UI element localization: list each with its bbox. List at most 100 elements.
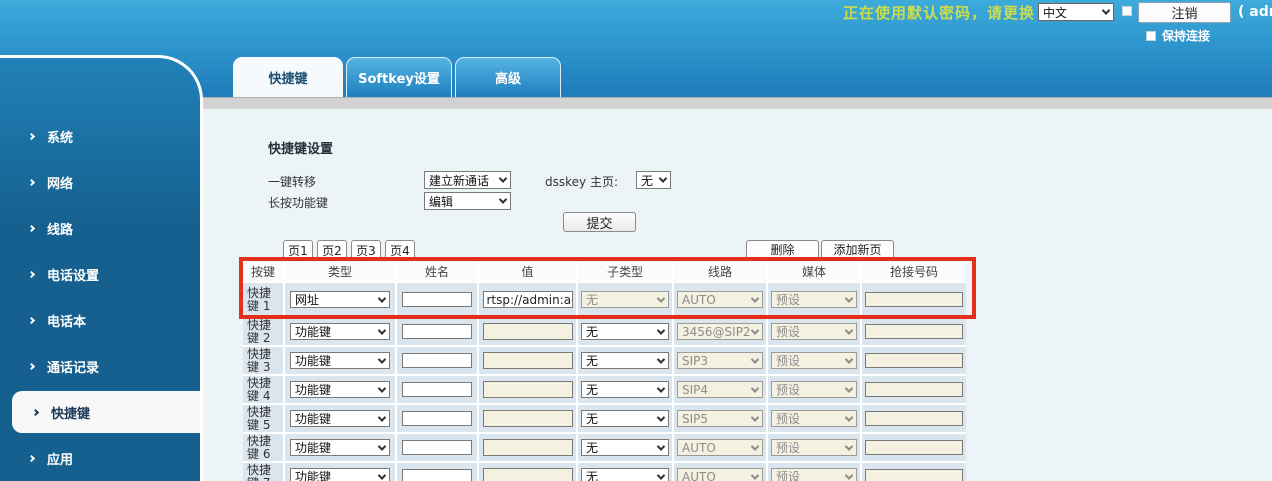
page-tab-页2[interactable]: 页2 — [317, 240, 347, 260]
subtype-select[interactable]: 无 — [581, 291, 669, 308]
key-label: 快捷 键 7 — [247, 462, 272, 481]
key-label: 快捷 键 3 — [247, 346, 272, 374]
subtype-select[interactable]: 无 — [581, 352, 669, 369]
page-tab-页1[interactable]: 页1 — [283, 240, 313, 260]
type-select[interactable]: 功能键 — [290, 381, 390, 398]
sidebar-item-线路[interactable]: 线路 — [0, 205, 200, 251]
value-input[interactable] — [482, 410, 573, 427]
chevron-down-icon — [656, 354, 666, 364]
sidebar-item-快捷键[interactable]: 快捷键 — [12, 391, 200, 433]
line-select[interactable]: AUTO — [677, 439, 763, 456]
value-input[interactable] — [482, 323, 573, 340]
name-input[interactable] — [402, 411, 472, 426]
chevron-down-icon — [498, 174, 508, 183]
name-input[interactable] — [402, 469, 472, 481]
chevron-down-icon — [750, 325, 760, 335]
type-select[interactable]: 功能键 — [290, 410, 390, 427]
chevron-down-icon — [377, 354, 387, 364]
pickup-input[interactable] — [865, 411, 963, 426]
table-row: 快捷 键 2 功能键 无 3456@SIP2 预设 — [243, 318, 966, 345]
phone-admin-page: 正在使用默认密码，请更换 中文 注销 ( adm 保持连接 快捷键Softkey… — [0, 0, 1272, 481]
name-input[interactable] — [402, 382, 472, 397]
media-select[interactable]: 预设 — [771, 468, 857, 481]
pickup-input[interactable] — [865, 353, 963, 368]
sidebar-item-通话记录[interactable]: 通话记录 — [0, 343, 200, 389]
logout-button[interactable]: 注销 — [1138, 2, 1231, 23]
sidebar-item-应用[interactable]: 应用 — [0, 435, 200, 481]
chevron-down-icon — [750, 412, 760, 422]
tab-高级[interactable]: 高级 — [455, 57, 561, 97]
dsskey-home-select[interactable]: 无 — [636, 171, 671, 189]
add-page-button[interactable]: 添加新页 — [821, 240, 894, 259]
sidebar-item-网络[interactable]: 网络 — [0, 159, 200, 205]
type-select[interactable]: 功能键 — [290, 468, 390, 481]
subtype-select[interactable]: 无 — [581, 468, 669, 481]
sidebar-item-电话本[interactable]: 电话本 — [0, 297, 200, 343]
media-select[interactable]: 预设 — [771, 439, 857, 456]
subtype-select[interactable]: 无 — [581, 410, 669, 427]
value-input[interactable] — [482, 439, 573, 456]
media-select[interactable]: 预设 — [771, 410, 857, 427]
value-input[interactable]: rtsp://admin:admin — [482, 291, 573, 308]
tab-快捷键[interactable]: 快捷键 — [233, 57, 343, 97]
language-select-value: 中文 — [1043, 5, 1068, 20]
value-input[interactable] — [482, 352, 573, 369]
line-select[interactable]: SIP5 — [677, 410, 763, 427]
table-row: 快捷 键 7 功能键 无 AUTO 预设 — [243, 463, 966, 481]
column-header: 姓名 — [397, 262, 477, 281]
column-header: 抢接号码 — [862, 262, 966, 281]
pickup-input[interactable] — [865, 382, 963, 397]
longpress-select[interactable]: 编辑 — [424, 192, 511, 210]
media-select[interactable]: 预设 — [771, 323, 857, 340]
line-select[interactable]: 3456@SIP2 — [677, 323, 763, 340]
name-input[interactable] — [402, 440, 472, 455]
sidebar-item-电话设置[interactable]: 电话设置 — [0, 251, 200, 297]
value-input[interactable] — [482, 468, 573, 481]
chevron-right-icon — [27, 454, 36, 462]
sidebar-item-系统[interactable]: 系统 — [0, 113, 200, 159]
subtype-select[interactable]: 无 — [581, 323, 669, 340]
name-input[interactable] — [402, 292, 472, 307]
key-label: 快捷 键 5 — [247, 404, 272, 432]
type-select[interactable]: 网址 — [290, 291, 390, 308]
chevron-right-icon — [27, 270, 36, 278]
chevron-right-icon — [27, 362, 36, 370]
pickup-input[interactable] — [865, 292, 963, 307]
sidebar-nav: 系统 网络 线路 电话设置 电话本 通话记录 快捷键 应用 — [0, 55, 203, 481]
type-select[interactable]: 功能键 — [290, 352, 390, 369]
transfer-label: 一键转移 — [268, 175, 317, 189]
name-input[interactable] — [402, 324, 472, 339]
content-tabs: 快捷键 Softkey设置 高级 — [233, 57, 561, 97]
media-select[interactable]: 预设 — [771, 352, 857, 369]
chevron-down-icon — [750, 383, 760, 393]
keep-alive-checkbox[interactable] — [1146, 30, 1156, 41]
line-select[interactable]: AUTO — [677, 468, 763, 481]
type-select[interactable]: 功能键 — [290, 439, 390, 456]
line-select[interactable]: SIP4 — [677, 381, 763, 398]
chevron-right-icon — [27, 178, 36, 186]
transfer-select[interactable]: 建立新通话 — [424, 171, 511, 189]
pickup-input[interactable] — [865, 469, 963, 481]
value-input[interactable] — [482, 381, 573, 398]
type-select[interactable]: 功能键 — [290, 323, 390, 340]
tab-Softkey设置[interactable]: Softkey设置 — [346, 57, 452, 97]
line-select[interactable]: SIP3 — [677, 352, 763, 369]
language-select[interactable]: 中文 — [1038, 3, 1114, 21]
pickup-input[interactable] — [865, 440, 963, 455]
chevron-right-icon — [27, 132, 36, 140]
media-select[interactable]: 预设 — [771, 291, 857, 308]
delete-button[interactable]: 删除 — [746, 240, 819, 259]
subtype-select[interactable]: 无 — [581, 439, 669, 456]
name-input[interactable] — [402, 353, 472, 368]
header-checkbox[interactable] — [1122, 6, 1132, 16]
subtype-select[interactable]: 无 — [581, 381, 669, 398]
chevron-down-icon — [844, 412, 854, 422]
chevron-down-icon — [656, 383, 666, 393]
media-select[interactable]: 预设 — [771, 381, 857, 398]
line-select[interactable]: AUTO — [677, 291, 763, 308]
page-tab-页3[interactable]: 页3 — [351, 240, 381, 260]
pickup-input[interactable] — [865, 324, 963, 339]
submit-button[interactable]: 提交 — [563, 212, 636, 232]
logged-in-user-text: ( adm — [1238, 4, 1272, 20]
page-tab-页4[interactable]: 页4 — [385, 240, 415, 260]
